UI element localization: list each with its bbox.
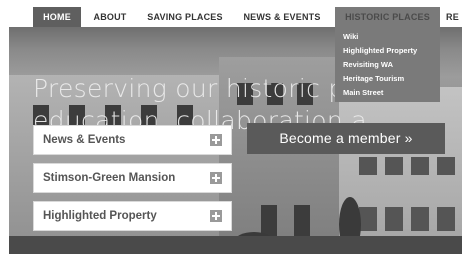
plus-icon[interactable] xyxy=(210,134,222,146)
dropdown-item-highlighted-property[interactable]: Highlighted Property xyxy=(343,46,417,55)
nav-news-events[interactable]: NEWS & EVENTS xyxy=(237,7,327,27)
window xyxy=(385,157,403,175)
hero-headline-line1: Preserving our historic pla xyxy=(33,74,368,103)
window xyxy=(411,157,429,175)
window xyxy=(294,205,310,237)
plus-icon[interactable] xyxy=(210,172,222,184)
dropdown-item-revisiting-wa[interactable]: Revisiting WA xyxy=(343,60,393,69)
nav-historic-places[interactable]: HISTORIC PLACES xyxy=(335,7,440,27)
window xyxy=(437,207,455,231)
panel-label: Highlighted Property xyxy=(43,210,157,222)
nav-about[interactable]: ABOUT xyxy=(87,7,133,27)
panel-stimson-green-mansion[interactable]: Stimson-Green Mansion xyxy=(33,163,232,193)
nav-home[interactable]: HOME xyxy=(33,7,81,27)
window xyxy=(385,207,403,231)
ground xyxy=(9,236,462,254)
window xyxy=(359,157,377,175)
window xyxy=(437,157,455,175)
nav-saving-places[interactable]: SAVING PLACES xyxy=(141,7,229,27)
dropdown-item-main-street[interactable]: Main Street xyxy=(343,88,383,97)
panel-label: News & Events xyxy=(43,134,126,146)
nav-resources-truncated[interactable]: RE xyxy=(446,7,462,27)
panel-highlighted-property[interactable]: Highlighted Property xyxy=(33,201,232,231)
plus-icon[interactable] xyxy=(210,210,222,222)
become-member-button[interactable]: Become a member » xyxy=(247,123,445,154)
panel-label: Stimson-Green Mansion xyxy=(43,172,176,184)
window xyxy=(411,207,429,231)
window xyxy=(359,207,377,231)
dropdown-item-heritage-tourism[interactable]: Heritage Tourism xyxy=(343,74,404,83)
panel-news-events[interactable]: News & Events xyxy=(33,125,232,155)
historic-places-dropdown: Wiki Highlighted Property Revisiting WA … xyxy=(335,27,440,102)
main-nav: HOME ABOUT SAVING PLACES NEWS & EVENTS H… xyxy=(0,7,462,27)
dropdown-item-wiki[interactable]: Wiki xyxy=(343,32,358,41)
